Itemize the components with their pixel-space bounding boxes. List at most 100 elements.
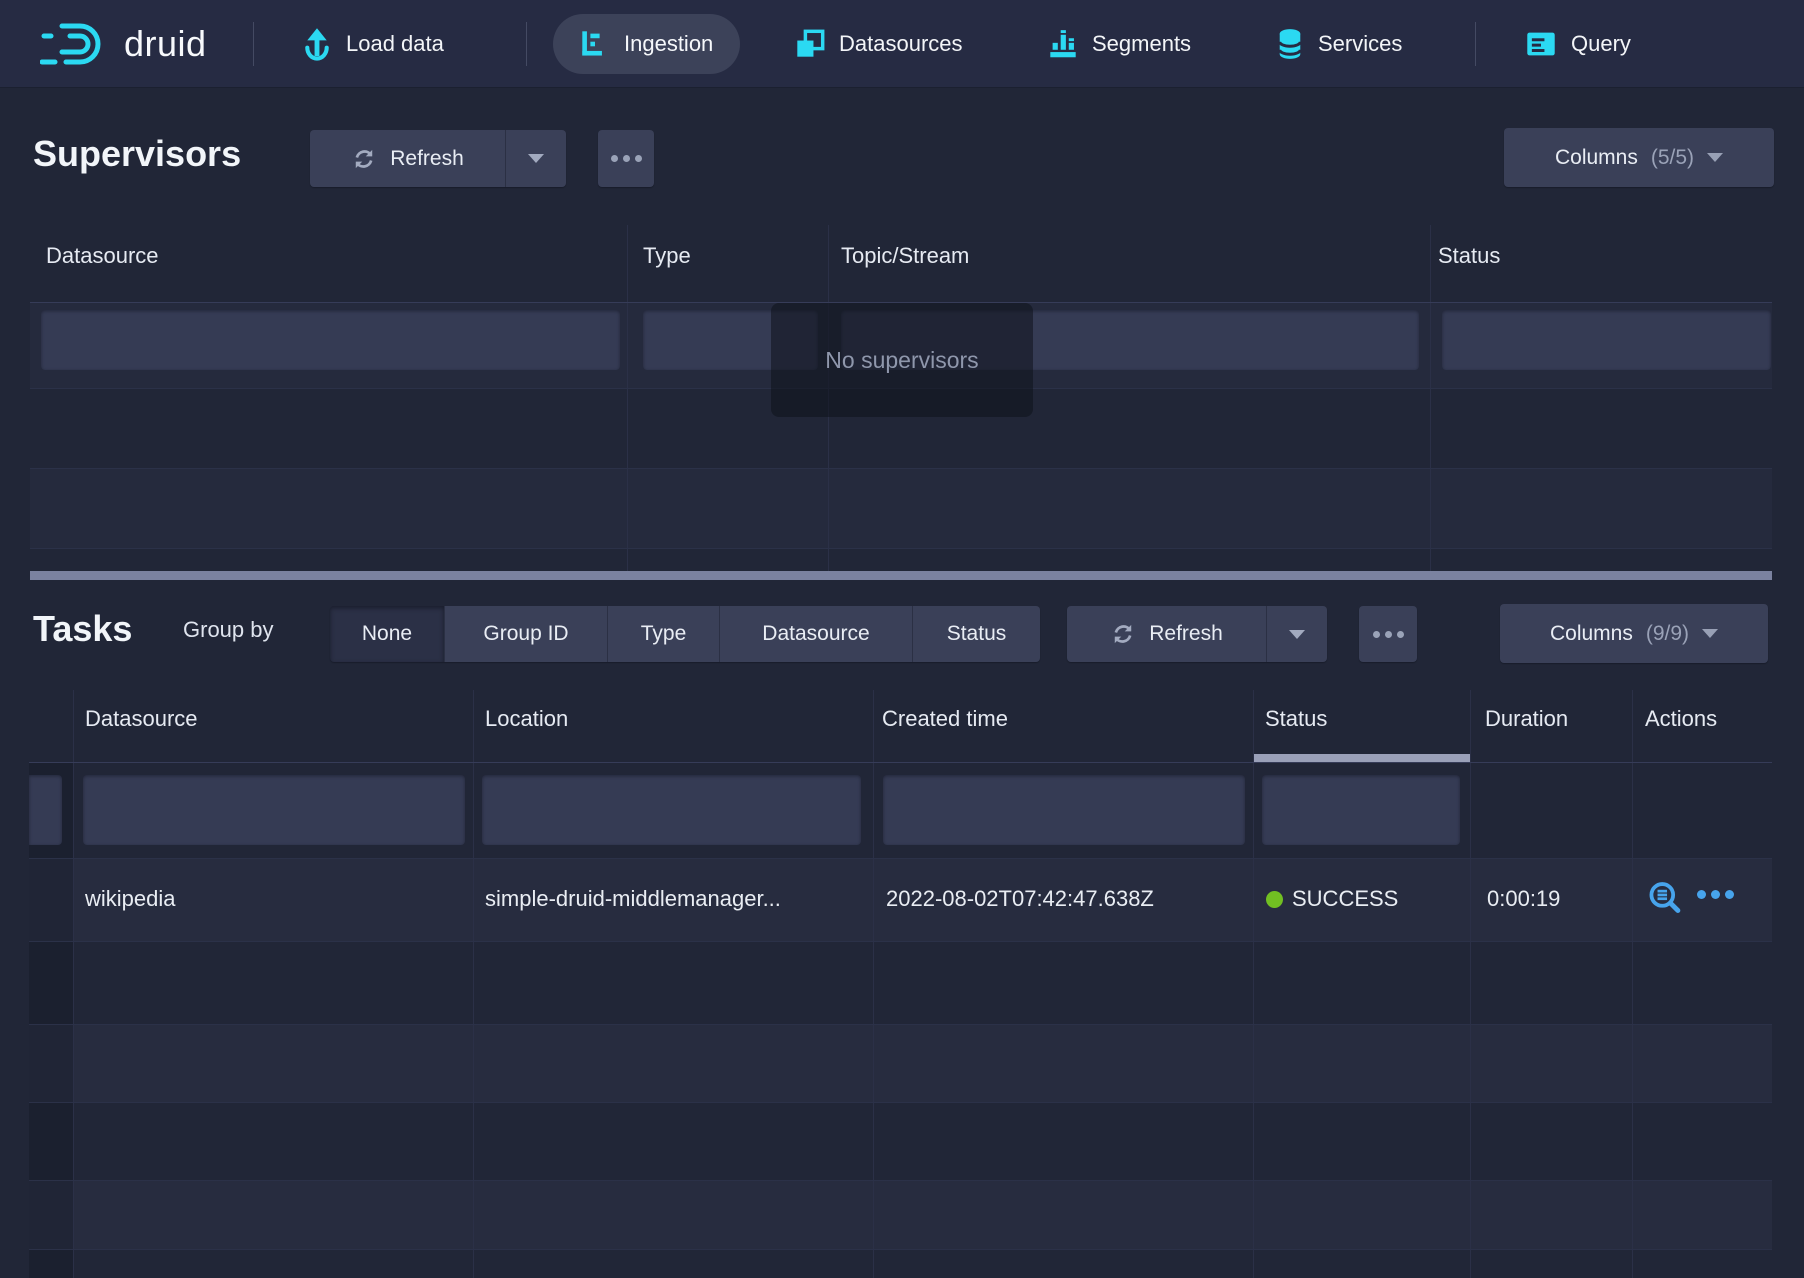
brand[interactable]: druid — [40, 0, 207, 88]
group-by-button-group: None Group ID Type Datasource Status — [330, 606, 1040, 662]
nav-item-query[interactable]: Query — [1525, 0, 1631, 88]
columns-count: (9/9) — [1646, 622, 1689, 646]
columns-label: Columns — [1555, 146, 1638, 170]
supervisors-columns-button[interactable]: Columns (5/5) — [1504, 128, 1774, 187]
brand-name: druid — [124, 23, 207, 65]
nav-item-label: Services — [1318, 31, 1402, 57]
filter-input-partial[interactable] — [29, 775, 62, 845]
cell-datasource: wikipedia — [85, 886, 176, 912]
supervisors-refresh-dropdown-button[interactable] — [506, 130, 566, 187]
top-nav: druid Load data — [0, 0, 1804, 88]
column-divider — [627, 225, 628, 571]
column-header-status[interactable]: Status — [1438, 243, 1500, 269]
nav-item-load-data[interactable]: Load data — [302, 0, 444, 88]
column-divider — [1253, 690, 1254, 1278]
column-header-actions[interactable]: Actions — [1645, 706, 1717, 732]
columns-count: (5/5) — [1651, 146, 1694, 170]
filter-input-datasource[interactable] — [41, 310, 620, 370]
refresh-icon — [351, 146, 377, 172]
nav-item-ingestion-active[interactable]: Ingestion — [553, 14, 740, 74]
refresh-label: Refresh — [390, 147, 464, 171]
tasks-refresh-button[interactable]: Refresh — [1067, 606, 1267, 662]
load-data-icon — [302, 27, 332, 61]
nav-item-label: Datasources — [839, 31, 963, 57]
row-divider — [29, 1024, 1772, 1025]
services-icon — [1276, 28, 1304, 60]
column-header-status-sorted[interactable]: Status — [1265, 706, 1327, 732]
group-by-none-button[interactable]: None — [330, 606, 445, 662]
refresh-label: Refresh — [1149, 622, 1223, 646]
nav-item-label: Query — [1571, 31, 1631, 57]
nav-item-datasources[interactable]: Datasources — [795, 0, 963, 88]
chevron-down-icon — [1707, 153, 1723, 162]
tasks-columns-button[interactable]: Columns (9/9) — [1500, 604, 1768, 663]
status-text: SUCCESS — [1292, 886, 1398, 911]
supervisors-refresh-button[interactable]: Refresh — [310, 130, 506, 187]
header-divider — [29, 762, 1772, 763]
more-icon — [1373, 631, 1404, 638]
column-divider — [73, 690, 74, 1278]
supervisors-refresh-group: Refresh — [310, 130, 566, 187]
nav-divider — [526, 22, 527, 66]
column-divider — [1632, 690, 1633, 1278]
supervisors-title: Supervisors — [33, 133, 241, 175]
columns-label: Columns — [1550, 622, 1633, 646]
chevron-down-icon — [528, 154, 544, 163]
table-row — [29, 1180, 1772, 1249]
column-divider — [1470, 690, 1471, 1278]
column-header-created-time[interactable]: Created time — [882, 706, 1008, 732]
nav-item-segments[interactable]: Segments — [1048, 0, 1191, 88]
column-divider — [1430, 225, 1431, 571]
tasks-refresh-dropdown-button[interactable] — [1267, 606, 1327, 662]
column-header-datasource[interactable]: Datasource — [46, 243, 159, 269]
row-divider — [29, 1180, 1772, 1181]
group-by-status-button[interactable]: Status — [913, 606, 1040, 662]
cell-created-time: 2022-08-02T07:42:47.638Z — [886, 886, 1154, 912]
sort-indicator — [1253, 754, 1470, 762]
nav-item-services[interactable]: Services — [1276, 0, 1402, 88]
nav-item-label: Load data — [346, 31, 444, 57]
filter-input-created-time[interactable] — [883, 775, 1245, 845]
row-divider — [29, 858, 1772, 859]
column-divider — [873, 690, 874, 1278]
nav-divider — [1475, 22, 1476, 66]
row-divider — [29, 1102, 1772, 1103]
cell-location: simple-druid-middlemanager... — [485, 886, 865, 912]
empty-state-message: No supervisors — [825, 347, 978, 374]
column-header-duration[interactable]: Duration — [1485, 706, 1568, 732]
filter-input-status[interactable] — [1262, 775, 1460, 845]
more-icon — [611, 155, 642, 162]
tasks-title: Tasks — [33, 608, 132, 650]
nav-divider — [253, 22, 254, 66]
chevron-down-icon — [1289, 630, 1305, 639]
task-details-button[interactable] — [1646, 880, 1684, 918]
column-header-type[interactable]: Type — [643, 243, 691, 269]
table-row — [29, 1024, 1772, 1102]
horizontal-scrollbar[interactable] — [30, 571, 1772, 580]
supervisors-more-button[interactable] — [598, 130, 654, 187]
column-header-datasource[interactable]: Datasource — [85, 706, 198, 732]
more-actions-icon — [1697, 890, 1734, 899]
row-divider — [29, 941, 1772, 942]
cell-status: SUCCESS — [1266, 886, 1398, 912]
refresh-icon — [1110, 621, 1136, 647]
tasks-refresh-group: Refresh — [1067, 606, 1327, 662]
chevron-down-icon — [1702, 629, 1718, 638]
tasks-more-button[interactable] — [1359, 606, 1417, 662]
datasources-icon — [795, 29, 825, 59]
group-by-type-button[interactable]: Type — [608, 606, 720, 662]
task-actions-menu-button[interactable] — [1697, 890, 1734, 899]
filter-input-location[interactable] — [482, 775, 861, 845]
cell-duration: 0:00:19 — [1487, 886, 1560, 912]
filter-input-datasource[interactable] — [83, 775, 465, 845]
column-header-location[interactable]: Location — [485, 706, 568, 732]
table-row — [30, 468, 1772, 548]
group-by-group-id-button[interactable]: Group ID — [445, 606, 608, 662]
status-success-icon — [1266, 891, 1283, 908]
filter-input-status[interactable] — [1442, 310, 1771, 370]
column-header-topic-stream[interactable]: Topic/Stream — [841, 243, 969, 269]
segments-icon — [1048, 29, 1078, 59]
nav-item-label: Ingestion — [624, 31, 713, 57]
group-by-datasource-button[interactable]: Datasource — [720, 606, 913, 662]
druid-logo-icon — [40, 18, 110, 70]
